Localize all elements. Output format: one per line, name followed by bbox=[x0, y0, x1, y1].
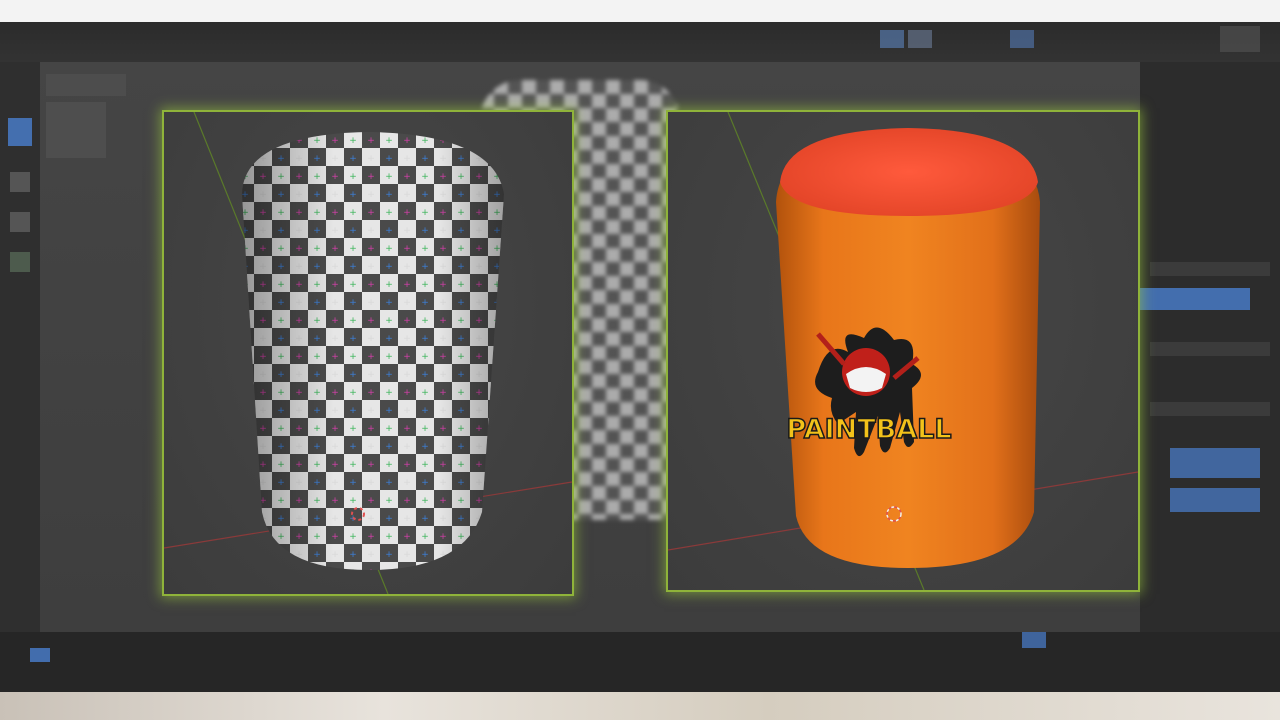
tool-icon[interactable] bbox=[10, 212, 30, 232]
viewport-info bbox=[46, 102, 106, 158]
timeline-marker[interactable] bbox=[30, 648, 50, 662]
browser-top-strip bbox=[0, 0, 1280, 22]
header-icon[interactable] bbox=[1010, 30, 1034, 48]
header-icon[interactable] bbox=[880, 30, 904, 48]
property-row[interactable] bbox=[1150, 342, 1270, 356]
header-icon[interactable] bbox=[908, 30, 932, 48]
os-taskbar bbox=[0, 692, 1280, 720]
logo-text: PAINTBALL bbox=[786, 414, 951, 445]
properties-panel bbox=[1140, 62, 1280, 682]
red-cylinder-top bbox=[780, 128, 1038, 216]
active-tool-icon[interactable] bbox=[8, 118, 32, 146]
header-icon[interactable] bbox=[1220, 26, 1260, 52]
viewport-label bbox=[46, 74, 126, 96]
tool-shelf bbox=[0, 62, 40, 642]
tool-icon[interactable] bbox=[10, 172, 30, 192]
orange-cylinder-svg: PAINTBALL bbox=[668, 112, 1138, 590]
checker-cylinder-svg: + + + + bbox=[164, 112, 572, 594]
viewport-textured[interactable]: PAINTBALL bbox=[666, 110, 1140, 592]
property-field[interactable] bbox=[1170, 448, 1260, 478]
blender-header bbox=[0, 22, 1280, 62]
selected-property-row[interactable] bbox=[1140, 288, 1250, 310]
playhead-icon[interactable] bbox=[1022, 632, 1046, 648]
tool-icon[interactable] bbox=[10, 252, 30, 272]
property-field[interactable] bbox=[1170, 488, 1260, 512]
timeline bbox=[0, 632, 1280, 692]
viewport-uv-checker[interactable]: + + + + bbox=[162, 110, 574, 596]
screen: + + + + bbox=[0, 0, 1280, 720]
property-row[interactable] bbox=[1150, 262, 1270, 276]
property-row[interactable] bbox=[1150, 402, 1270, 416]
